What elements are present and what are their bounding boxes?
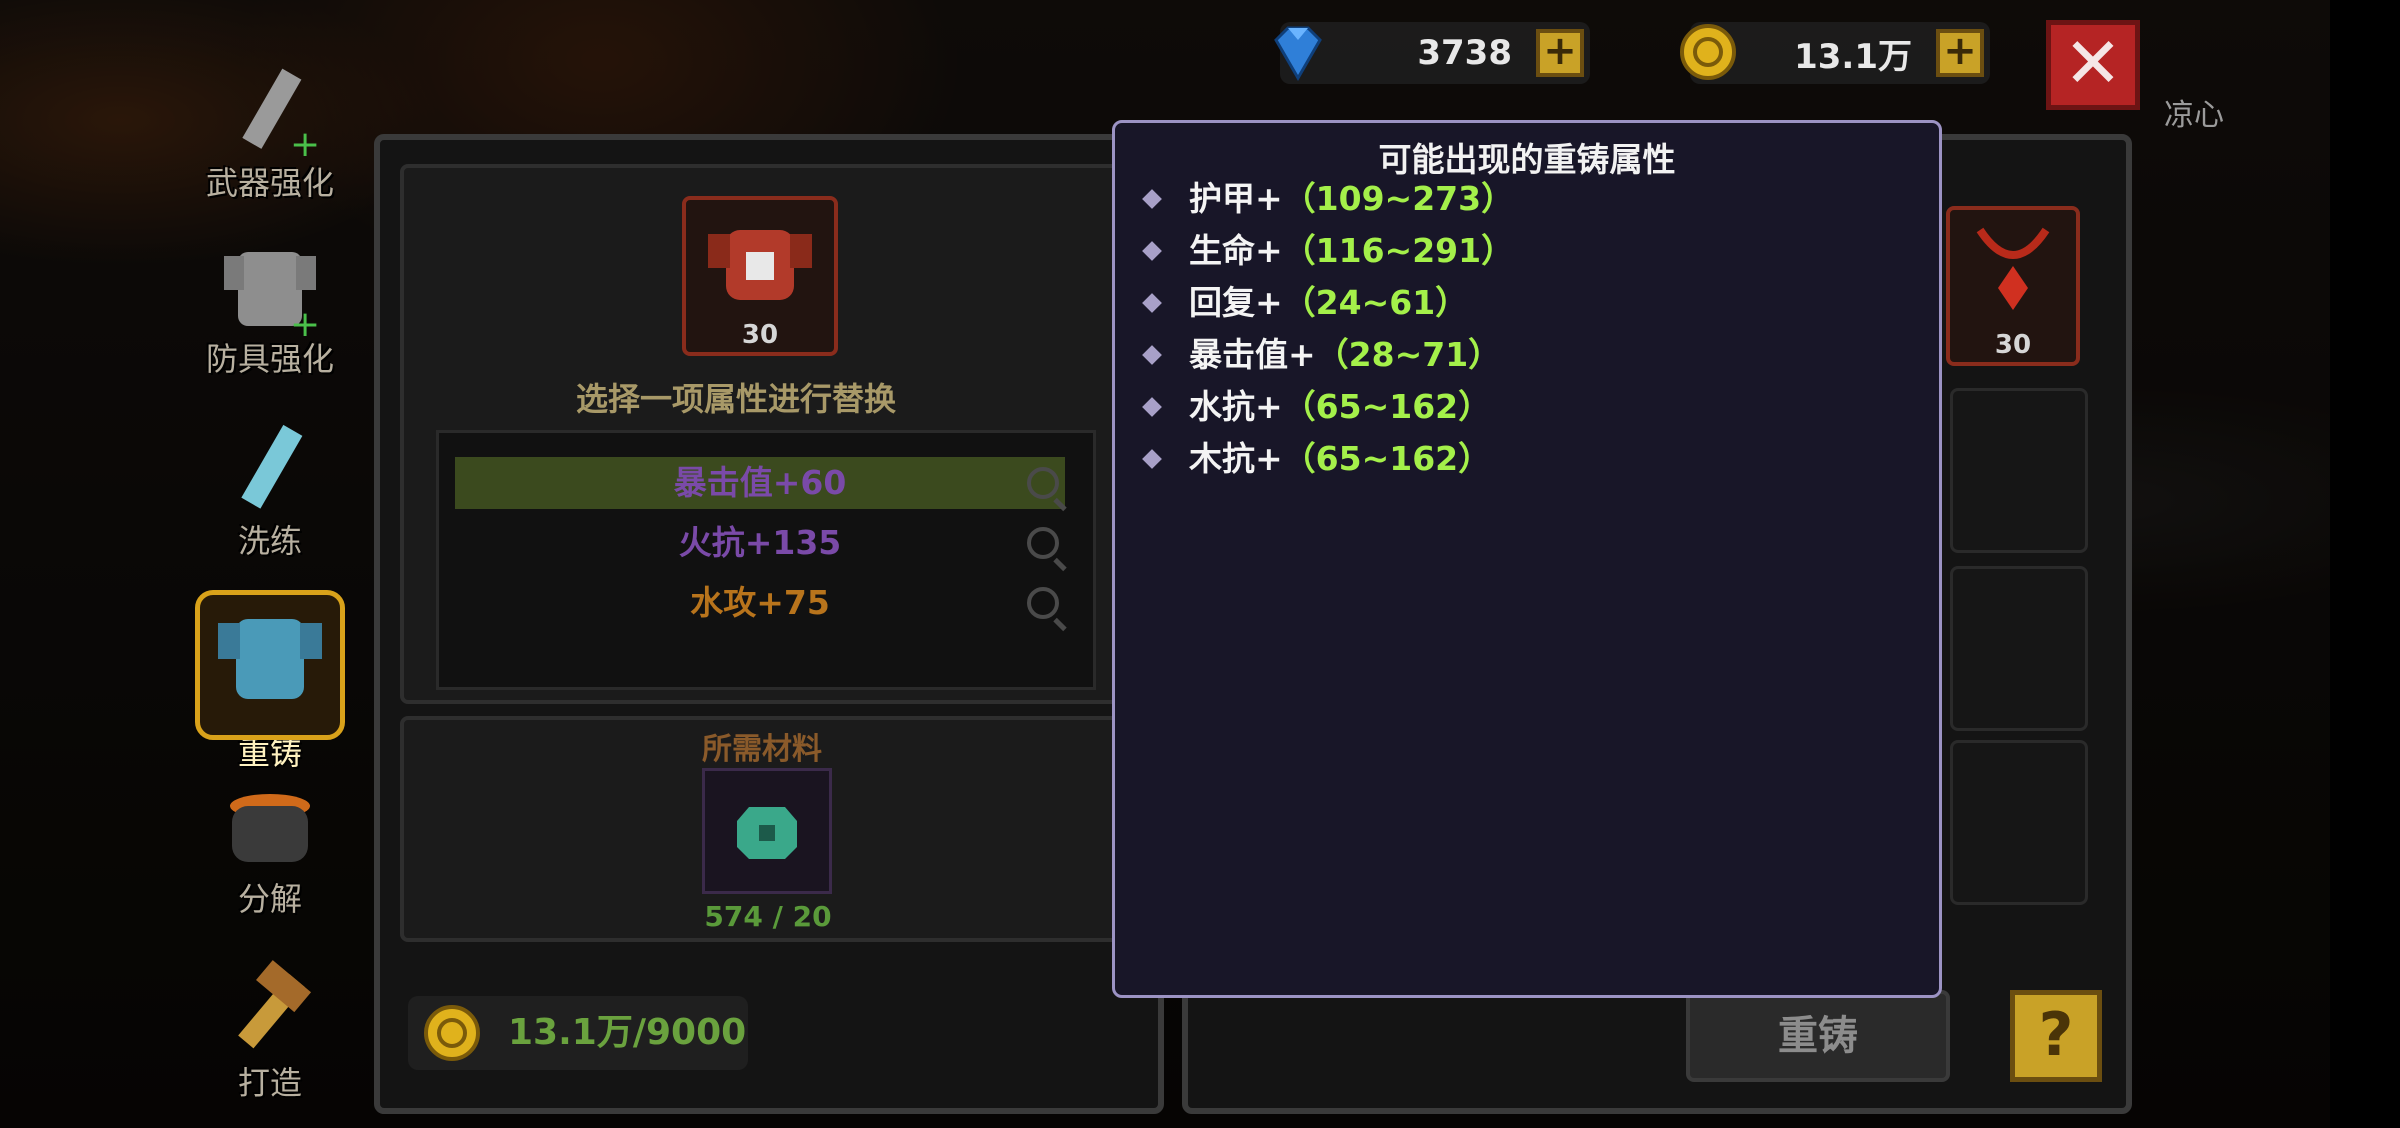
attribute-name: 木抗+ (1189, 439, 1283, 478)
select-attribute-hint: 选择一项属性进行替换 (576, 380, 897, 418)
diamond-bullet-icon (1142, 397, 1162, 417)
nav-dismantle[interactable]: 分解 (160, 776, 380, 920)
gem-amount: 3738 (1417, 33, 1512, 73)
magnify-icon[interactable] (1027, 587, 1059, 619)
popup-attribute-row: 护甲+ （109~273） (1142, 175, 1515, 223)
equipment-level: 30 (1994, 330, 2032, 360)
magnify-icon[interactable] (1027, 467, 1059, 499)
result-attribute-slot (1950, 566, 2088, 731)
attribute-name: 暴击值+ (1189, 335, 1316, 374)
gem-icon (1274, 26, 1322, 81)
refine-sword-icon (210, 418, 330, 528)
magnify-icon[interactable] (1027, 527, 1059, 559)
popup-attribute-row: 木抗+ （65~162） (1142, 435, 1492, 483)
popup-attribute-row: 暴击值+ （28~71） (1142, 331, 1502, 379)
result-attribute-slot (1950, 740, 2088, 905)
popup-attribute-row: 水抗+ （65~162） (1142, 383, 1492, 431)
attribute-option[interactable]: 暴击值+60 (455, 457, 1065, 509)
reforge-button[interactable]: 重铸 (1686, 990, 1950, 1082)
attribute-text: 暴击值+60 (673, 463, 847, 502)
attribute-name: 水抗+ (1189, 387, 1283, 426)
equipment-level: 30 (741, 320, 779, 350)
reforge-armor-icon (195, 590, 345, 740)
attribute-range: （65~162） (1282, 439, 1492, 478)
coin-icon (1680, 24, 1736, 80)
cost-amount: 13.1万/9000 (508, 1012, 747, 1053)
coin-amount: 13.1万 (1794, 36, 1912, 77)
coin-counter: 13.1万 + (1680, 22, 1990, 84)
diamond-bullet-icon (1142, 345, 1162, 365)
add-coins-button[interactable]: + (1936, 29, 1984, 77)
material-slot[interactable] (702, 768, 832, 894)
attribute-text: 水攻+75 (690, 583, 830, 622)
attribute-range: （65~162） (1282, 387, 1492, 426)
diamond-bullet-icon (1142, 449, 1162, 469)
attribute-range: （109~273） (1282, 179, 1515, 218)
materials-label: 所需材料 (702, 732, 822, 767)
attribute-name: 护甲+ (1189, 179, 1283, 218)
nav-weapon-upgrade[interactable]: + 武器强化 (160, 60, 380, 204)
hammer-icon (210, 960, 330, 1070)
attribute-text: 火抗+135 (678, 523, 842, 562)
possible-attributes-popup: 可能出现的重铸属性 护甲+ （109~273） 生命+ （116~291） 回复… (1112, 120, 1942, 998)
screen-edge (2330, 0, 2400, 1128)
diamond-bullet-icon (1142, 293, 1162, 313)
selected-equipment-slot[interactable]: 30 (682, 196, 838, 356)
attribute-range: （24~61） (1282, 283, 1469, 322)
nav-armor-upgrade[interactable]: + 防具强化 (160, 236, 380, 380)
attribute-name: 生命+ (1189, 231, 1283, 270)
nav-reforge[interactable]: 重铸 (160, 590, 380, 774)
nav-refine[interactable]: 洗练 (160, 418, 380, 562)
nav-craft[interactable]: 打造 (160, 960, 380, 1104)
add-gems-button[interactable]: + (1536, 29, 1584, 77)
sword-upgrade-icon: + (210, 60, 330, 170)
attribute-range: （116~291） (1282, 231, 1515, 270)
armor-upgrade-icon: + (210, 236, 330, 346)
attribute-name: 回复+ (1189, 283, 1283, 322)
attribute-option[interactable]: 火抗+135 (455, 517, 1065, 569)
diamond-bullet-icon (1142, 241, 1162, 261)
reforge-cost: 13.1万/9000 (408, 996, 748, 1070)
svg-text:+: + (290, 304, 320, 345)
attribute-range: （28~71） (1315, 335, 1502, 374)
svg-text:+: + (290, 124, 320, 165)
red-armor-icon (708, 230, 812, 300)
diamond-bullet-icon (1142, 189, 1162, 209)
popup-attribute-row: 回复+ （24~61） (1142, 279, 1469, 327)
help-button[interactable]: ? (2010, 990, 2102, 1082)
result-equipment-slot[interactable]: 30 (1946, 206, 2080, 366)
amulet-icon (1976, 227, 2050, 310)
close-button[interactable]: ✕ (2046, 20, 2140, 110)
attribute-list: 暴击值+60 火抗+135 水攻+75 (436, 430, 1096, 690)
reforge-stone-icon (737, 807, 797, 859)
material-count: 574 / 20 (704, 900, 832, 933)
coin-icon (424, 1005, 480, 1061)
popup-title: 可能出现的重铸属性 (1378, 140, 1676, 179)
attribute-option[interactable]: 水攻+75 (455, 577, 1065, 629)
popup-attribute-row: 生命+ （116~291） (1142, 227, 1515, 275)
user-name: 凉心 (2164, 98, 2224, 133)
cauldron-icon (210, 776, 330, 886)
result-attribute-slot (1950, 388, 2088, 553)
gem-counter: 3738 + (1274, 22, 1590, 84)
